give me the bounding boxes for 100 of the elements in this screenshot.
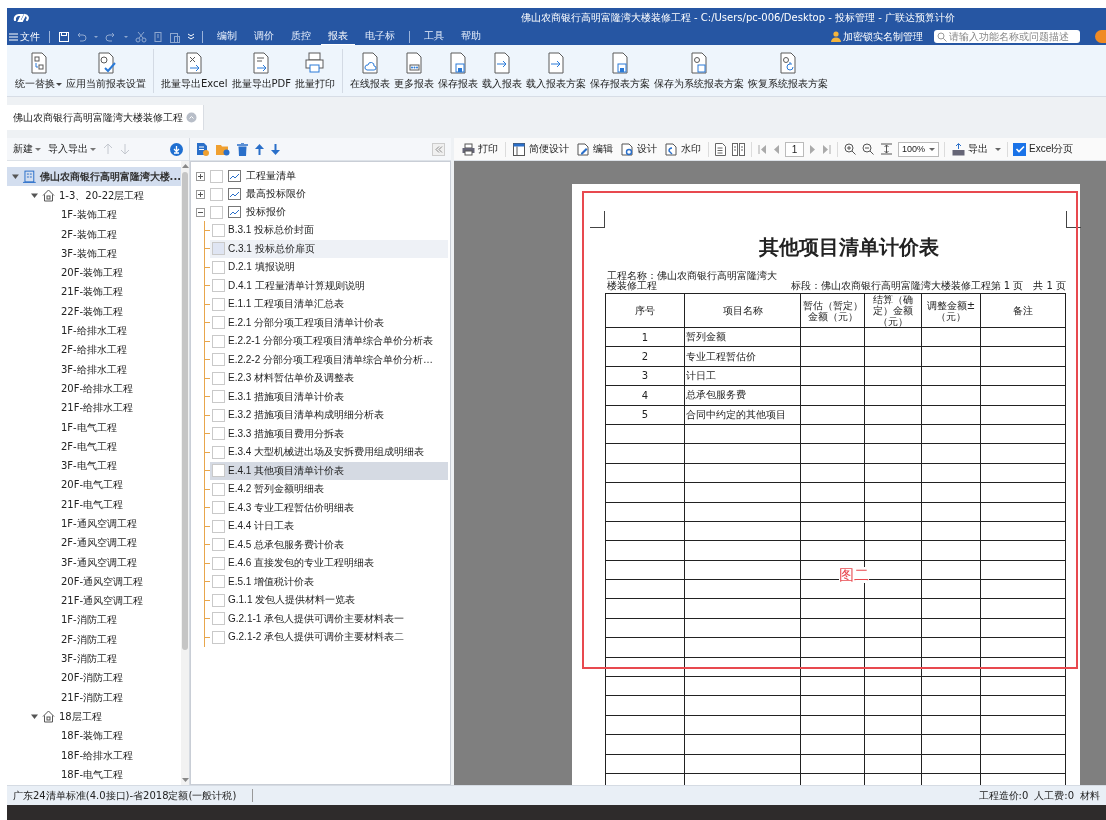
redo-icon[interactable] <box>105 30 117 43</box>
toolbar-button[interactable]: 水印 <box>663 142 703 156</box>
down-arrow-icon[interactable] <box>271 143 280 155</box>
tree-item[interactable]: 1-3、20-22层工程 <box>7 186 181 206</box>
report-item[interactable]: E.2.1 分部分项工程项目清单计价表 <box>210 313 448 332</box>
cut-icon[interactable] <box>135 30 147 43</box>
folder-add-icon[interactable] <box>216 142 230 156</box>
tree-item[interactable]: 3F-消防工程 <box>7 649 181 669</box>
ribbon-button[interactable]: 批量打印 <box>293 48 337 93</box>
checkbox[interactable] <box>212 575 225 589</box>
tree-item[interactable]: 1F-电气工程 <box>7 417 181 438</box>
tree-item[interactable]: 2F-通风空调工程 <box>7 533 181 553</box>
checkbox[interactable] <box>212 519 225 533</box>
tree-item[interactable]: 20F-通风空调工程 <box>7 572 181 592</box>
checkbox[interactable] <box>212 445 225 459</box>
account-link[interactable]: 加密锁实名制管理 <box>831 29 923 44</box>
scrollbar[interactable] <box>181 161 189 785</box>
tree-item[interactable]: 3F-电气工程 <box>7 456 181 476</box>
tree-item[interactable]: 2F-消防工程 <box>7 630 181 650</box>
export-button[interactable]: 导出 <box>950 142 991 156</box>
checkbox[interactable] <box>212 482 225 496</box>
scroll-up-icon[interactable] <box>181 163 189 168</box>
report-item[interactable]: E.4.5 总承包服务费计价表 <box>210 535 448 554</box>
expand-box-icon[interactable] <box>196 189 205 199</box>
report-item[interactable]: G.2.1-1 承包人提供可调价主要材料表一 <box>210 609 448 628</box>
tree-group[interactable]: 投标报价 <box>196 203 450 221</box>
search-field[interactable]: 请输入功能名称或问题描述 <box>934 30 1080 43</box>
toolbar-button[interactable]: 简便设计 <box>511 142 571 156</box>
checkbox[interactable] <box>212 260 225 274</box>
zoom-select[interactable]: 100% <box>898 141 940 157</box>
checkbox[interactable] <box>212 223 225 237</box>
paste-icon[interactable] <box>169 30 181 43</box>
import-export-button[interactable]: 导入导出 <box>48 142 96 156</box>
menu-item[interactable]: 帮助 <box>454 28 488 45</box>
tree-item[interactable]: 20F-给排水工程 <box>7 379 181 399</box>
tree-item[interactable]: 3F-通风空调工程 <box>7 552 181 573</box>
checkbox[interactable] <box>210 187 223 201</box>
first-page-icon[interactable] <box>758 144 767 154</box>
ribbon-button[interactable]: 保存报表 <box>436 48 480 93</box>
ribbon-button[interactable]: 保存为系统报表方案 <box>652 48 746 93</box>
report-item[interactable]: E.4.3 专业工程暂估价明细表 <box>210 498 448 517</box>
tree-item[interactable]: 18F-装饰工程 <box>7 726 181 746</box>
copy-icon[interactable] <box>152 30 164 43</box>
tree-item[interactable]: 2F-电气工程 <box>7 437 181 457</box>
report-item[interactable]: G.1.1 发包人提供材料一览表 <box>210 591 448 610</box>
collapse-box-icon[interactable] <box>196 207 205 217</box>
checkbox[interactable] <box>212 279 225 293</box>
menu-item[interactable]: 工具 <box>417 28 451 45</box>
checkbox[interactable] <box>212 334 225 348</box>
checkbox[interactable] <box>212 316 225 330</box>
undo-icon[interactable] <box>75 30 87 43</box>
tree-item[interactable]: 2F-给排水工程 <box>7 340 181 360</box>
single-page-icon[interactable] <box>715 142 726 156</box>
save-icon[interactable] <box>58 30 70 43</box>
next-page-icon[interactable] <box>809 144 816 154</box>
ribbon-button[interactable]: 恢复系统报表方案 <box>746 48 830 93</box>
tree-item[interactable]: 21F-给排水工程 <box>7 398 181 418</box>
checkbox[interactable] <box>212 390 225 404</box>
expanded-caret-icon[interactable] <box>31 192 38 200</box>
trash-icon[interactable] <box>237 142 248 156</box>
checkbox[interactable] <box>212 556 225 570</box>
tree-group[interactable]: 工程量清单 <box>196 167 450 185</box>
tree-item[interactable]: 21F-消防工程 <box>7 688 181 708</box>
excel-paging-checkbox[interactable]: Excel分页 <box>1013 142 1074 156</box>
previous-page-icon[interactable] <box>773 144 780 154</box>
tree-item[interactable]: 20F-电气工程 <box>7 475 181 496</box>
toolbar-button[interactable]: 编辑 <box>575 142 615 156</box>
ribbon-button[interactable]: 载入报表方案 <box>524 48 588 93</box>
ribbon-button[interactable]: 载入报表 <box>480 48 524 93</box>
menu-tab[interactable]: 质控 <box>284 28 318 45</box>
tree-item[interactable]: 21F-通风空调工程 <box>7 591 181 611</box>
checkbox[interactable] <box>212 297 225 311</box>
report-item[interactable]: E.2.3 材料暂估单价及调整表 <box>210 369 448 388</box>
zoom-out-icon[interactable] <box>862 143 874 155</box>
tree-item[interactable]: 1F-装饰工程 <box>7 205 181 225</box>
report-item[interactable]: E.3.1 措施项目清单计价表 <box>210 387 448 406</box>
tree-item[interactable]: 佛山农商银行高明富隆湾大楼... <box>7 167 181 187</box>
expanded-caret-icon[interactable] <box>31 713 38 721</box>
report-item[interactable]: E.1.1 工程项目清单汇总表 <box>210 295 448 314</box>
tree-item[interactable]: 18F-给排水工程 <box>7 745 181 766</box>
checkbox[interactable] <box>212 371 225 385</box>
ribbon-button[interactable]: 更多报表 <box>392 48 436 93</box>
up-arrow-icon[interactable] <box>255 143 264 155</box>
checkbox[interactable] <box>212 538 225 552</box>
download-circle-icon[interactable] <box>170 142 183 156</box>
ribbon-button[interactable]: 统一替换 <box>13 48 64 93</box>
tree-item[interactable]: 3F-装饰工程 <box>7 244 181 264</box>
ribbon-button[interactable]: 批量导出PDF <box>229 48 293 93</box>
ribbon-button[interactable]: 应用当前报表设置 <box>64 48 148 93</box>
two-pages-icon[interactable] <box>732 142 745 156</box>
report-item[interactable]: B.3.1 投标总价封面 <box>210 221 448 240</box>
report-item[interactable]: E.4.6 直接发包的专业工程明细表 <box>210 554 448 573</box>
toolbar-button[interactable]: 打印 <box>460 142 500 156</box>
tree-item[interactable]: 20F-装饰工程 <box>7 263 181 283</box>
checkbox[interactable] <box>212 612 225 626</box>
scrollbar-thumb[interactable] <box>182 172 188 650</box>
checkbox[interactable] <box>212 408 225 422</box>
checkbox[interactable] <box>212 353 225 367</box>
tree-item[interactable]: 18层工程 <box>7 707 181 727</box>
report-item[interactable]: E.4.2 暂列金额明细表 <box>210 480 448 499</box>
